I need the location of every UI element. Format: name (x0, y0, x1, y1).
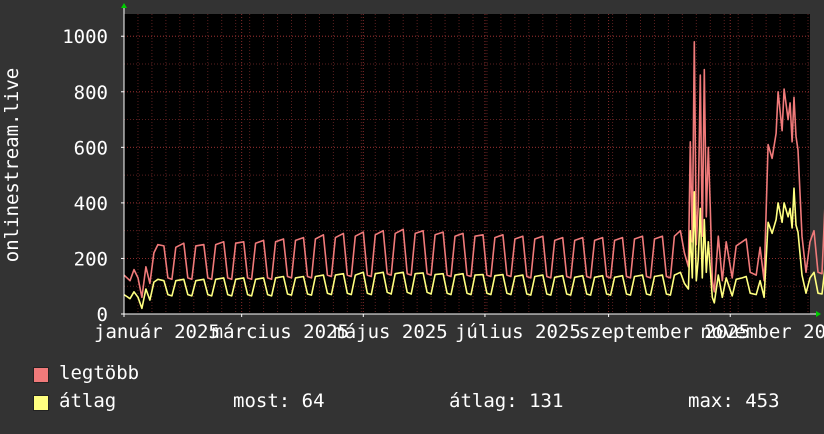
y-tick-label: 200 (74, 248, 108, 270)
x-tick-label: november 2025 (700, 321, 824, 343)
y-tick-label: 400 (74, 193, 108, 215)
legend-swatch-avg (33, 395, 49, 411)
legend-swatch-max (33, 367, 49, 383)
x-tick-label: március 2025 (212, 321, 349, 343)
y-tick-label: 1000 (62, 26, 108, 48)
y-axis-label: onlinestream.live (1, 68, 23, 262)
legend-label-max: legtöbb (59, 362, 140, 384)
stat-now: most: 64 (233, 390, 325, 412)
y-tick-label: 600 (74, 137, 108, 159)
x-axis-arrow (816, 311, 821, 317)
legend-label-avg: átlag (59, 390, 117, 412)
x-tick-label: július 2025 (455, 321, 581, 343)
stat-max: max: 453 (688, 390, 780, 412)
y-tick-label: 800 (74, 82, 108, 104)
x-tick-label: január 2025 (94, 321, 220, 343)
chart-panel: 0 200 400 600 800 1000 január 2025 március 2025… (0, 0, 824, 430)
stat-avg: átlag: 131 (449, 390, 564, 412)
y-axis-arrow (121, 3, 127, 8)
x-tick-label: május 2025 (333, 321, 447, 343)
